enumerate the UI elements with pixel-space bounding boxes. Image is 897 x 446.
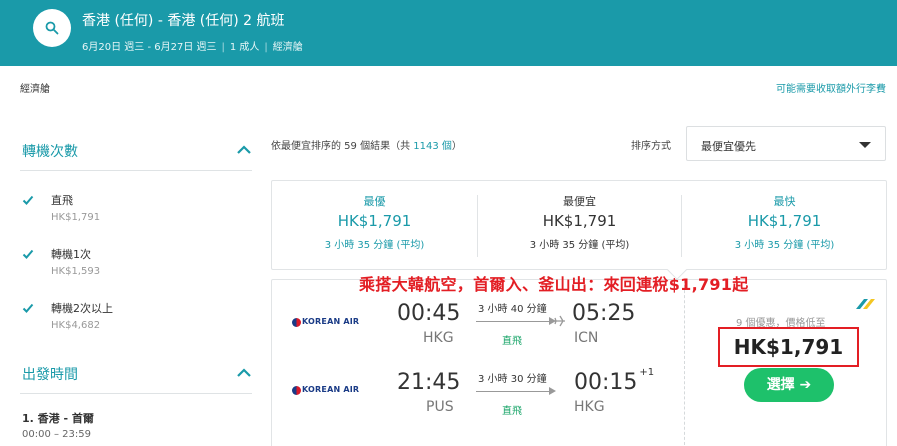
tab-best[interactable]: 最優 HK$1,791 3 小時 35 分鐘 (平均)	[272, 181, 477, 269]
tab-fastest[interactable]: 最快 HK$1,791 3 小時 35 分鐘 (平均)	[682, 181, 887, 269]
departure-filter-header[interactable]: 出發時間	[22, 364, 252, 384]
checkmark-icon[interactable]	[22, 248, 34, 260]
sort-dropdown[interactable]: 最便宜優先	[686, 126, 886, 161]
airline-logo: KOREAN AIR	[292, 384, 359, 396]
price-value: HK$1,791	[733, 335, 844, 359]
day-offset: +1	[639, 367, 655, 378]
search-summary-header[interactable]: 香港 (任何) - 香港 (任何) 2 航班 6月20日 週三 - 6月27日 …	[0, 0, 897, 66]
tab-duration: 3 小時 35 分鐘 (平均)	[529, 240, 630, 251]
price-tag-icon[interactable]	[854, 297, 876, 311]
stops-info: 直飛	[502, 336, 522, 347]
airline-name: KOREAN AIR	[302, 385, 360, 394]
korean-air-logo-icon	[292, 318, 301, 327]
korean-air-logo-icon	[292, 386, 301, 395]
route-title: 香港 (任何) - 香港 (任何) 2 航班	[82, 13, 285, 29]
departure-airport: HKG	[423, 330, 454, 346]
stops-filter-title: 轉機次數	[22, 144, 78, 160]
stops-option-two-plus[interactable]: 轉機2次以上 HK$4,682	[22, 300, 222, 336]
airline-name: KOREAN AIR	[302, 317, 360, 326]
baggage-fee-link[interactable]: 可能需要收取額外行李費	[776, 80, 886, 95]
highlighted-price: HK$1,791	[718, 327, 859, 367]
plane-icon	[553, 315, 565, 327]
tab-price: HK$1,791	[337, 212, 412, 230]
tab-label: 最便宜	[563, 195, 596, 208]
tab-duration: 3 小時 35 分鐘 (平均)	[734, 240, 835, 251]
results-sort-word: 最便宜	[281, 141, 311, 152]
airline-logo: KOREAN AIR	[292, 316, 359, 328]
promo-banner-text: 乘搭大韓航空，首爾入、釜山出：來回連稅$1,791起	[359, 275, 749, 294]
arrival-time-value: 00:15	[574, 370, 638, 395]
sort-label: 排序方式	[631, 141, 671, 152]
chevron-up-icon[interactable]	[236, 145, 252, 155]
trip-details: 6月20日 週三 - 6月27日 週三 | 1 成人 | 經濟艙	[82, 42, 303, 53]
stops-option-label: 轉機2次以上	[51, 302, 113, 315]
divider	[20, 393, 252, 394]
route-line	[476, 321, 550, 322]
trip-cabin: 經濟艙	[272, 42, 303, 53]
chevron-up-icon[interactable]	[236, 368, 252, 378]
results-summary: 依最便宜排序的 59 個結果（共 1143 個）	[271, 137, 462, 152]
departure-time: 21:45	[397, 370, 461, 395]
arrival-airport: ICN	[574, 330, 599, 346]
checkmark-icon[interactable]	[22, 194, 34, 206]
stops-option-price: HK$1,791	[51, 212, 101, 223]
stops-filter-header[interactable]: 轉機次數	[22, 141, 252, 161]
tab-price: HK$1,791	[747, 212, 822, 230]
tab-duration: 3 小時 35 分鐘 (平均)	[324, 240, 425, 251]
select-button[interactable]: 選擇 ➔	[744, 368, 834, 402]
search-icon	[45, 21, 59, 35]
tab-cheapest[interactable]: 最便宜 HK$1,791 3 小時 35 分鐘 (平均)	[477, 181, 687, 280]
arrival-time: 00:15 +1	[574, 367, 655, 395]
results-suffix: ）	[451, 141, 462, 152]
stops-option-price: HK$4,682	[51, 320, 101, 331]
departure-airport: PUS	[426, 399, 454, 415]
flight-result-card[interactable]: KOREAN AIR 00:45 HKG 3 小時 40 分鐘 直飛 05:25…	[271, 279, 887, 446]
tab-price: HK$1,791	[542, 212, 617, 230]
arrival-time: 05:25	[572, 301, 635, 326]
arrival-airport: HKG	[574, 399, 605, 415]
flight-duration: 3 小時 40 分鐘	[478, 304, 547, 315]
trip-passengers: 1 成人	[229, 42, 260, 53]
results-prefix: 依	[271, 141, 281, 152]
stops-info: 直飛	[502, 406, 522, 417]
stops-option-one-stop[interactable]: 轉機1次 HK$1,593	[22, 246, 222, 282]
search-button[interactable]	[33, 9, 71, 47]
results-total-link[interactable]: 1143 個	[413, 141, 452, 152]
divider	[684, 280, 685, 446]
stops-option-label: 直飛	[51, 194, 73, 207]
stops-option-direct[interactable]: 直飛 HK$1,791	[22, 192, 222, 228]
arrow-right-icon	[549, 387, 556, 395]
departure-time: 00:45	[397, 301, 461, 326]
sort-selected-value: 最便宜優先	[701, 140, 756, 153]
cabin-class-label: 經濟艙	[20, 84, 50, 95]
tab-label: 最優	[363, 195, 386, 208]
segment-title: 1. 香港 - 首爾	[22, 412, 94, 425]
tab-label: 最快	[773, 195, 796, 208]
divider	[20, 170, 252, 171]
segment-time-range: 00:00 – 23:59	[22, 429, 91, 440]
stops-option-price: HK$1,593	[51, 266, 101, 277]
result-tabs: 最優 HK$1,791 3 小時 35 分鐘 (平均) 最便宜 HK$1,791…	[271, 180, 887, 280]
departure-filter-title: 出發時間	[22, 367, 78, 383]
arrival-time-value: 05:25	[572, 301, 636, 326]
caret-down-icon	[859, 142, 871, 148]
stops-option-label: 轉機1次	[51, 248, 91, 261]
checkmark-icon[interactable]	[22, 302, 34, 314]
results-count: 排序的 59 個結果（共	[311, 141, 414, 152]
route-line	[476, 391, 550, 392]
trip-dates: 6月20日 週三 - 6月27日 週三	[82, 42, 217, 53]
flight-duration: 3 小時 30 分鐘	[478, 374, 547, 385]
